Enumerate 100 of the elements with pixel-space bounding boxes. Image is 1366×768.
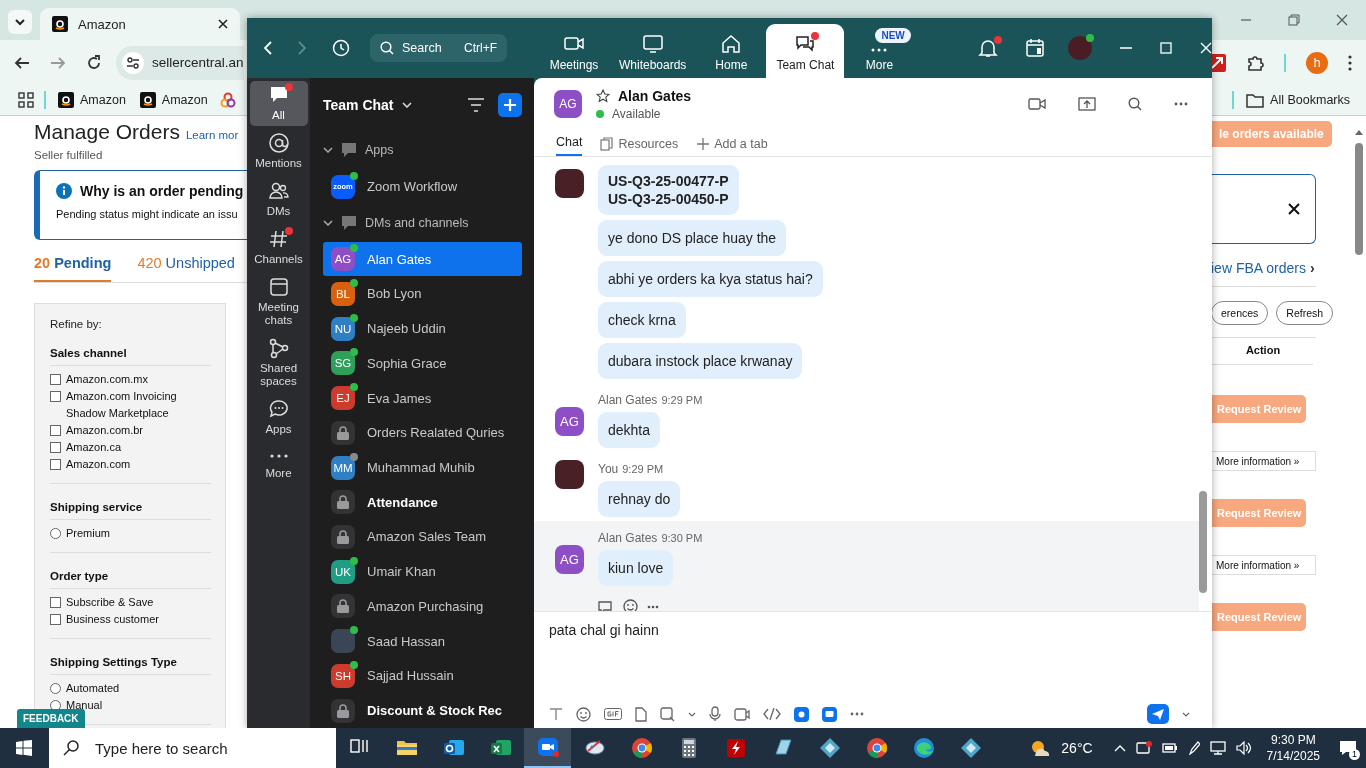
- scrollbar-thumb[interactable]: [1199, 491, 1207, 593]
- bookmark[interactable]: Amazon: [56, 92, 128, 108]
- sidebar-item[interactable]: All: [249, 81, 308, 126]
- chat-list-item[interactable]: UK Umair Khan: [323, 554, 522, 590]
- meeting-tray-icon[interactable]: [1135, 740, 1152, 756]
- search-input[interactable]: Search: [402, 41, 450, 55]
- checkbox[interactable]: [50, 425, 61, 436]
- gif-icon[interactable]: [604, 708, 622, 720]
- code-icon[interactable]: [763, 708, 781, 720]
- menu-icon[interactable]: [1348, 54, 1352, 71]
- order-tab[interactable]: 420 Unshipped: [137, 255, 235, 282]
- chat-list-item[interactable]: Discount & Stock Rec: [323, 693, 522, 728]
- history-icon[interactable]: [332, 39, 350, 57]
- checkbox[interactable]: [50, 614, 61, 625]
- feedback-tab[interactable]: FEEDBACK: [17, 709, 85, 728]
- notifications-button[interactable]: 1: [1330, 728, 1366, 768]
- bookmark[interactable]: Amazon: [137, 92, 210, 108]
- puzzle-icon[interactable]: [1246, 53, 1264, 72]
- chat-list-item[interactable]: Orders Realated Quries: [323, 415, 522, 451]
- chat-list-item[interactable]: Amazon Sales Team: [323, 519, 522, 555]
- scrollbar-thumb[interactable]: [1355, 143, 1363, 255]
- chat-tab[interactable]: Add a tab: [696, 137, 768, 156]
- weather-widget[interactable]: 26°C: [1029, 738, 1093, 758]
- close-icon[interactable]: [218, 19, 228, 29]
- sidebar-item[interactable]: Mentions: [249, 129, 308, 174]
- screenshot-icon[interactable]: [660, 706, 675, 722]
- nav-tab[interactable]: Home: [696, 24, 767, 78]
- search-bar[interactable]: Search Ctrl+F: [370, 34, 507, 62]
- checkbox[interactable]: [50, 597, 61, 608]
- chat-list-item[interactable]: Amazon Purchasing: [323, 589, 522, 624]
- emoji-icon[interactable]: [576, 706, 591, 722]
- rings-logo-icon[interactable]: [219, 92, 236, 108]
- sidebar-item[interactable]: DMs: [249, 177, 308, 222]
- nav-tab[interactable]: Team Chat: [766, 24, 845, 78]
- clock[interactable]: 9:30 PM 7/14/2025: [1266, 732, 1320, 764]
- star-icon[interactable]: [596, 88, 610, 103]
- sidebar-item[interactable]: Shared spaces: [249, 334, 308, 392]
- video-clip-icon[interactable]: [734, 707, 750, 721]
- more-icon[interactable]: [850, 712, 864, 716]
- apps-grid-icon[interactable]: [18, 92, 34, 108]
- search-bar[interactable]: Type here to search: [49, 728, 336, 768]
- app-icon[interactable]: [822, 706, 837, 722]
- close-icon[interactable]: [1288, 203, 1300, 215]
- search-icon[interactable]: [1128, 97, 1142, 111]
- outline-button[interactable]: Refresh: [1276, 301, 1334, 325]
- chat-list-item[interactable]: NU Najeeb Uddin: [323, 311, 522, 346]
- more-icon[interactable]: [1174, 102, 1188, 106]
- caret-icon[interactable]: [688, 711, 696, 717]
- chat-tab[interactable]: Resources: [600, 137, 679, 156]
- calendar-icon[interactable]: [1026, 39, 1044, 57]
- section-header[interactable]: Apps: [323, 131, 522, 170]
- sidebar-item[interactable]: Apps: [249, 395, 308, 440]
- filter-icon[interactable]: [468, 97, 484, 112]
- reply-icon[interactable]: [598, 599, 614, 611]
- caret-up-icon[interactable]: [1113, 744, 1126, 752]
- more-icon[interactable]: [647, 604, 659, 609]
- chat-list-item[interactable]: BL Bob Lyon: [323, 276, 522, 312]
- chat-list-item[interactable]: AG Alan Gates: [323, 241, 522, 277]
- bell-icon[interactable]: [978, 38, 998, 58]
- more-information-button[interactable]: More information »: [1211, 451, 1316, 471]
- chat-list-item[interactable]: Attendance: [323, 484, 522, 520]
- chat-list-item[interactable]: Saad Hassan: [323, 623, 522, 659]
- all-bookmarks[interactable]: All Bookmarks: [1244, 92, 1352, 108]
- checkbox[interactable]: [50, 442, 61, 453]
- network-icon[interactable]: [1209, 741, 1226, 755]
- tab-list-icon[interactable]: [8, 10, 32, 34]
- fba-orders-link[interactable]: iew FBA orders: [1211, 260, 1306, 276]
- video-icon[interactable]: [1028, 97, 1046, 111]
- checkbox[interactable]: [50, 391, 61, 402]
- chat-list-item[interactable]: SG Sophia Grace: [323, 345, 522, 381]
- file-icon[interactable]: [635, 706, 647, 722]
- list-title[interactable]: Team Chat: [323, 96, 412, 113]
- checkbox[interactable]: [50, 459, 61, 470]
- sidebar-item[interactable]: More: [249, 443, 308, 484]
- chat-list-item[interactable]: EJ Eva James: [323, 380, 522, 416]
- emoji-icon[interactable]: [623, 599, 638, 611]
- back-icon[interactable]: [14, 54, 30, 71]
- checkbox[interactable]: [50, 374, 61, 385]
- sidebar-item[interactable]: Channels: [249, 225, 308, 270]
- microphone-icon[interactable]: [709, 706, 721, 722]
- speaker-icon[interactable]: [1235, 741, 1252, 755]
- back-icon[interactable]: [264, 41, 272, 55]
- sidebar-item[interactable]: Meeting chats: [249, 273, 308, 331]
- taskbar-app[interactable]: [524, 728, 571, 768]
- restore-icon[interactable]: [1288, 14, 1300, 26]
- browser-tab[interactable]: Amazon: [40, 8, 240, 40]
- maximize-icon[interactable]: [1160, 42, 1172, 54]
- address-bar[interactable]: sellercentral.an: [116, 45, 244, 80]
- app-icon[interactable]: [794, 706, 809, 722]
- order-tab[interactable]: 20 Pending: [34, 255, 112, 282]
- nav-tab[interactable]: NEW More: [844, 24, 915, 78]
- section-header[interactable]: DMs and channels: [323, 204, 522, 242]
- pen-icon[interactable]: [1187, 741, 1200, 755]
- radio-button[interactable]: [50, 528, 61, 539]
- user-avatar[interactable]: [1068, 36, 1092, 60]
- send-icon[interactable]: [1147, 704, 1169, 724]
- reload-icon[interactable]: [86, 54, 102, 71]
- chat-tab[interactable]: Chat: [556, 135, 583, 156]
- learn-more-link[interactable]: Learn mor: [185, 129, 239, 141]
- radio-button[interactable]: [50, 683, 61, 694]
